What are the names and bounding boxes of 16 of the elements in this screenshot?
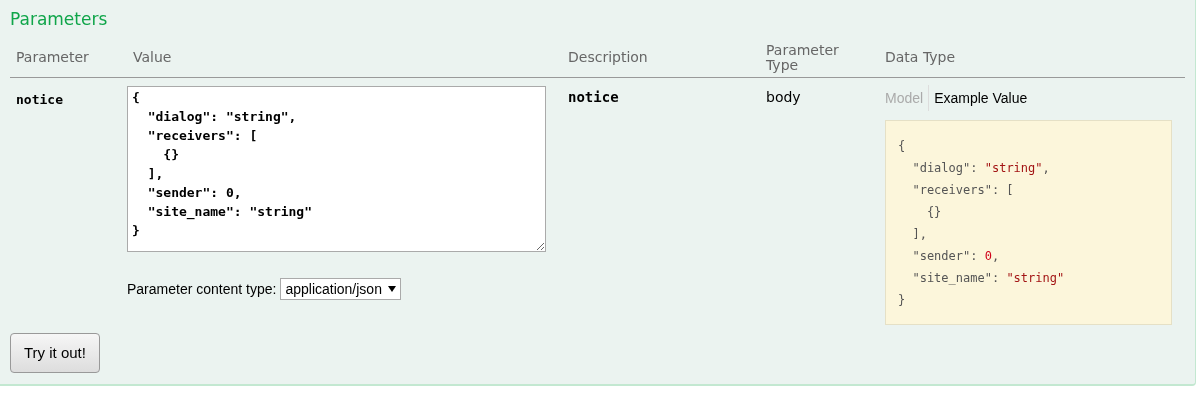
try-it-out-button[interactable]: Try it out! (10, 333, 100, 373)
description-text: notice (568, 89, 619, 105)
parameter-type: body (766, 89, 801, 105)
content-type-label: Parameter content type: (127, 279, 277, 299)
value-textarea[interactable]: { "dialog": "string", "receivers": [ {} ], "sender": 0, "site_name": "string" } (127, 86, 546, 252)
caret-icon (387, 286, 396, 292)
column-header: Parameter (15, 50, 90, 65)
column-header: Parameter Type (765, 42, 840, 73)
column-header: Value (132, 50, 173, 65)
content-type-dropdown[interactable]: application/json (280, 278, 401, 300)
section-title: Parameters (10, 8, 109, 31)
parameter-name: notice (16, 92, 63, 107)
column-header: Description (567, 50, 649, 65)
data-type-tab[interactable]: Example Value (928, 85, 1033, 111)
example-value-code: { "dialog": "string", "receivers": [ {} ], "sender": 0, "site_name": "string" } (885, 120, 1172, 325)
column-header: Data Type (884, 50, 957, 65)
